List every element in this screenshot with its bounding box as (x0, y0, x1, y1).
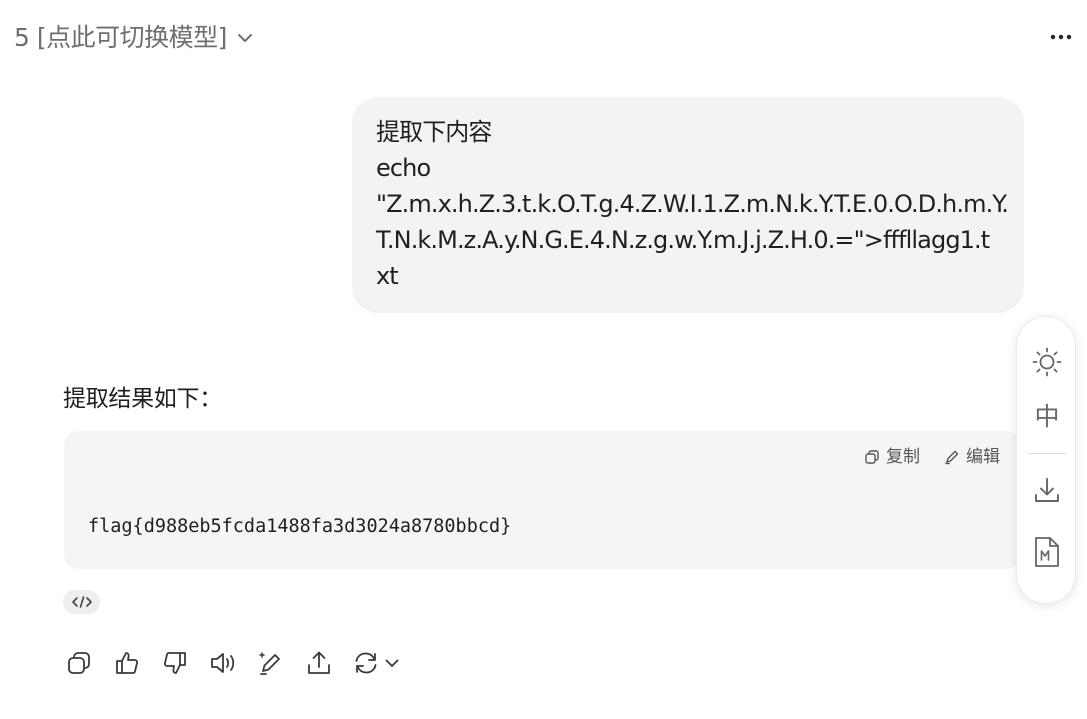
user-message-line: echo (376, 154, 431, 182)
chevron-down-icon (385, 659, 399, 667)
assistant-intro-text: 提取结果如下： (63, 386, 222, 412)
regenerate-icon (355, 652, 377, 674)
read-aloud-button[interactable] (208, 647, 238, 679)
markdown-file-icon (1035, 537, 1059, 567)
edit-code-button[interactable]: 编辑 (944, 445, 1000, 469)
more-horizontal-icon (1050, 34, 1072, 40)
copy-message-button[interactable] (64, 647, 94, 679)
copy-icon (68, 652, 90, 674)
code-content: flag{d988eb5fcda1488fa3d3024a8780bbcd} (88, 516, 512, 537)
thumbs-down-icon (163, 652, 186, 674)
edit-pen-icon (259, 652, 280, 675)
code-icon (71, 596, 92, 608)
share-icon (308, 651, 330, 674)
user-message-line: "Z.m.x.h.Z.3.t.k.O.T.g.4.Z.W.I.1.Z.m.N.k… (376, 190, 1009, 218)
dislike-button[interactable] (160, 647, 190, 679)
sun-icon (1032, 347, 1062, 377)
code-block: 复制 编辑 flag{d988eb5fcda1488fa3d3024a8780b… (64, 431, 1020, 569)
speaker-icon (211, 653, 235, 673)
like-button[interactable] (112, 647, 142, 679)
user-message-line: 提取下内容 (376, 118, 492, 146)
edit-label: 编辑 (966, 447, 1000, 467)
model-label: 5 [点此可切换模型] (14, 23, 227, 52)
download-button[interactable] (1031, 472, 1063, 508)
view-source-button[interactable] (63, 590, 100, 614)
share-button[interactable] (304, 647, 334, 679)
edit-message-button[interactable] (256, 647, 286, 679)
download-icon (1035, 478, 1059, 502)
toolbar-divider (1028, 453, 1066, 454)
thumbs-up-icon (116, 652, 139, 674)
chevron-down-icon (237, 34, 252, 42)
message-action-row (64, 647, 402, 679)
regenerate-button[interactable] (352, 647, 402, 679)
theme-toggle-button[interactable] (1031, 344, 1063, 380)
copy-label: 复制 (886, 447, 920, 467)
side-toolbar: 中 (1016, 316, 1076, 604)
more-options-button[interactable] (1047, 22, 1075, 52)
model-switcher[interactable]: 5 [点此可切换模型] (14, 20, 255, 56)
code-block-actions: 复制 编辑 (864, 445, 1000, 469)
user-message-line: xt (376, 262, 399, 290)
language-toggle-button[interactable]: 中 (1031, 399, 1063, 435)
user-message-line: T.N.k.M.z.A.y.N.G.E.4.N.z.g.w.Y.m.J.j.Z.… (376, 226, 990, 254)
language-label: 中 (1034, 402, 1060, 431)
copy-icon (865, 450, 879, 464)
user-message-bubble: 提取下内容 echo "Z.m.x.h.Z.3.t.k.O.T.g.4.Z.W.… (352, 97, 1024, 313)
copy-code-button[interactable]: 复制 (864, 445, 920, 469)
export-markdown-button[interactable] (1031, 534, 1063, 570)
edit-pen-icon (945, 450, 959, 465)
